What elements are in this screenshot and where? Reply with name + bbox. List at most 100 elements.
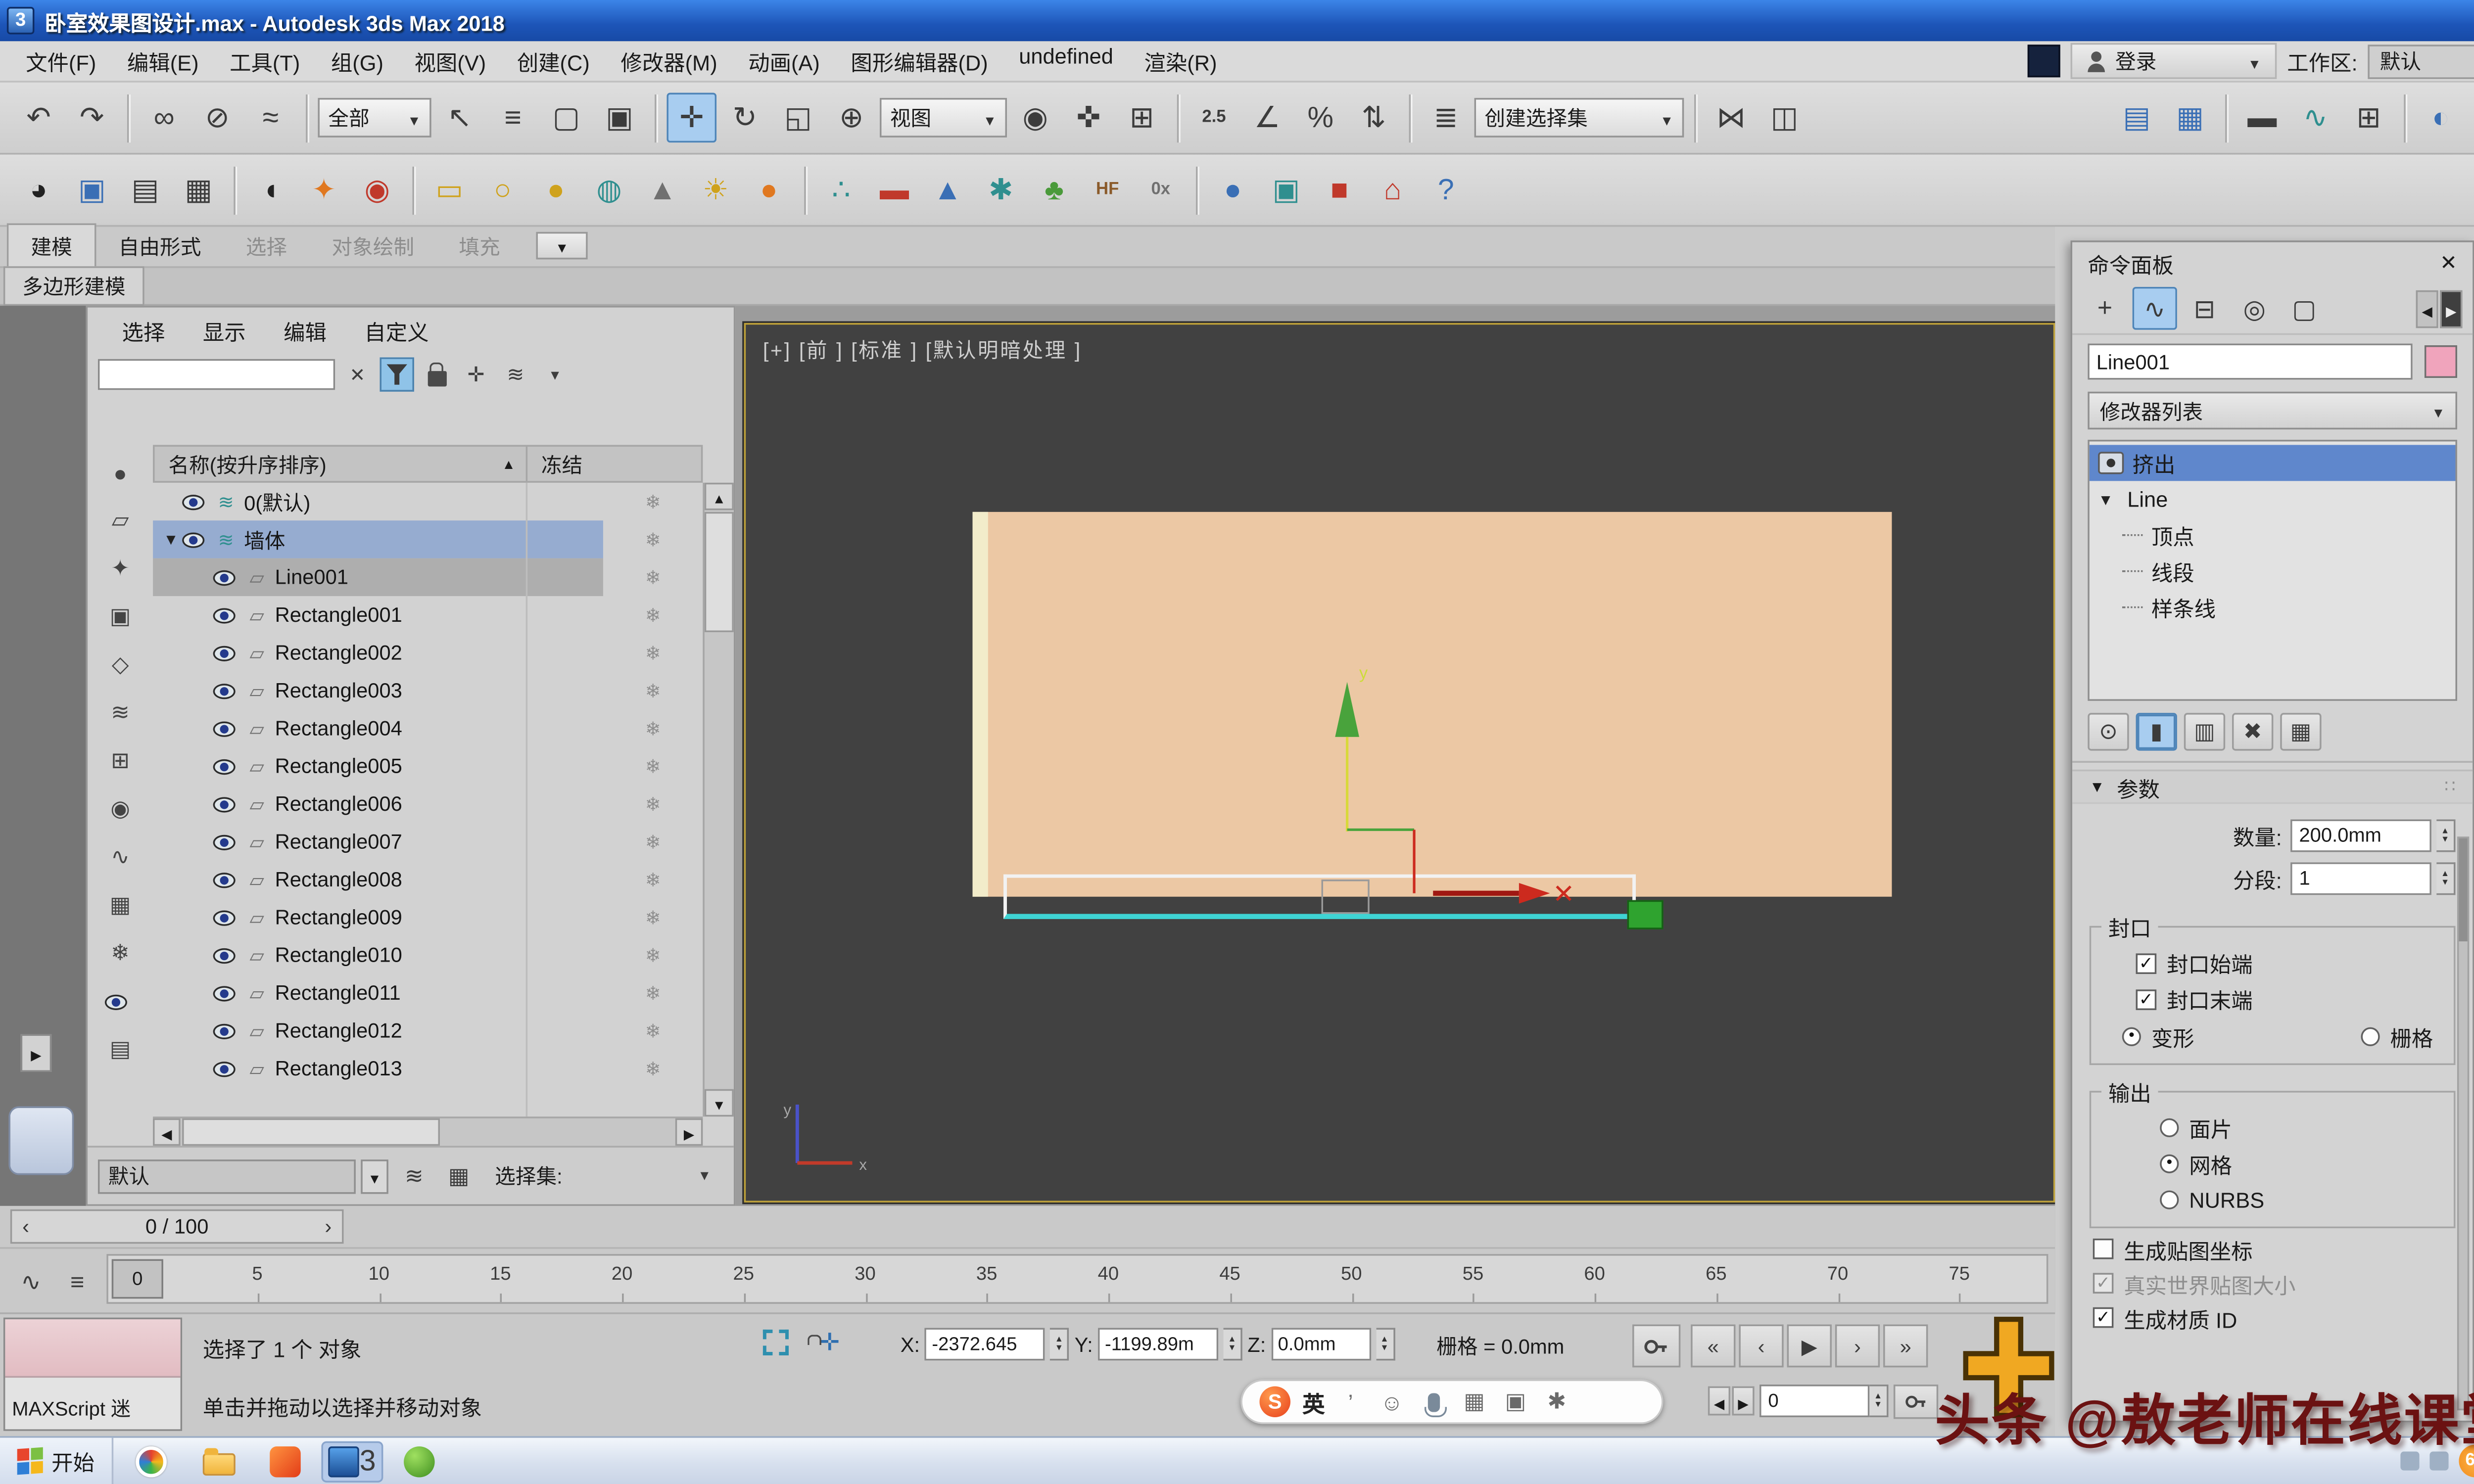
select-by-name-icon[interactable]: ≡: [488, 93, 538, 143]
frozen-toggle[interactable]: ❄: [603, 1020, 703, 1042]
scene-object-row[interactable]: ▱Rectangle008❄: [153, 861, 703, 898]
select-and-link-icon[interactable]: ∞: [139, 93, 189, 143]
material-ball-icon[interactable]: ◕: [14, 165, 64, 215]
morph-radio[interactable]: ●: [2122, 1026, 2141, 1045]
visibility-eye-icon[interactable]: [213, 607, 236, 623]
rectangle-tool-icon[interactable]: ▭: [425, 165, 475, 215]
unlink-selection-icon[interactable]: ⊘: [192, 93, 242, 143]
rtab[interactable]: 选择: [224, 225, 310, 266]
trackbar-options-icon[interactable]: ≡: [57, 1261, 98, 1302]
red-cube-icon[interactable]: ■: [1315, 165, 1365, 215]
frozen-toggle[interactable]: ❄: [603, 604, 703, 626]
select-and-scale-icon[interactable]: ◱: [773, 93, 823, 143]
expand-icon[interactable]: ▼: [2098, 490, 2119, 508]
hair-fur-icon[interactable]: HF: [1083, 165, 1133, 215]
visibility-eye-icon[interactable]: [213, 1023, 236, 1038]
filter-shapes-icon[interactable]: ▱: [99, 500, 141, 541]
sogou-logo-icon[interactable]: S: [1259, 1386, 1290, 1417]
login-button[interactable]: 登录: [2071, 43, 2277, 79]
filter-helpers-icon[interactable]: ◇: [99, 644, 141, 685]
frame-spinner[interactable]: [1869, 1385, 1888, 1417]
macro-recorder-pane[interactable]: [5, 1319, 180, 1378]
ellipse-tool-icon[interactable]: ○: [477, 165, 527, 215]
ribbon-more-button[interactable]: [536, 232, 588, 260]
display-tab-icon[interactable]: ▢: [2282, 287, 2327, 330]
modifier-stack-row[interactable]: 线段: [2090, 553, 2456, 589]
mic-icon[interactable]: [1420, 1386, 1447, 1417]
workspace-dropdown[interactable]: 默认: [2368, 44, 2474, 78]
sunlight-icon[interactable]: ☀: [691, 165, 741, 215]
start-button[interactable]: 开始: [0, 1438, 113, 1484]
layer-list-icon[interactable]: [395, 1157, 433, 1195]
active-layer-field[interactable]: 默认: [98, 1159, 356, 1193]
pick-object-icon[interactable]: [459, 357, 493, 391]
object-name[interactable]: Rectangle010: [270, 943, 402, 968]
object-name[interactable]: Rectangle012: [270, 1019, 402, 1043]
curve-editor-icon[interactable]: ∿: [2290, 93, 2340, 143]
object-name[interactable]: Rectangle013: [270, 1057, 402, 1081]
modifier-stack-row[interactable]: 样条线: [2090, 589, 2456, 625]
frozen-toggle[interactable]: ❄: [603, 982, 703, 1004]
scroll-right-button[interactable]: [675, 1118, 703, 1146]
modifier-list-dropdown[interactable]: 修改器列表: [2088, 392, 2457, 429]
previous-frame-button[interactable]: ‹: [1739, 1324, 1783, 1367]
visibility-eye-icon[interactable]: [182, 532, 204, 547]
scene-object-row[interactable]: ▼≋墙体❄: [153, 520, 703, 558]
visibility-eye-icon[interactable]: [213, 834, 236, 849]
frozen-toggle[interactable]: ❄: [603, 906, 703, 928]
segments-spinner[interactable]: [2436, 862, 2455, 895]
cap-start-checkbox-row[interactable]: ✓ 封口始端: [2098, 945, 2447, 981]
snapshot-icon[interactable]: ▣: [1261, 165, 1311, 215]
visibility-eye-icon[interactable]: [213, 569, 236, 585]
segments-field[interactable]: 1: [2290, 862, 2431, 895]
motion-tab-icon[interactable]: ◎: [2232, 287, 2277, 330]
panel-scrollbar[interactable]: [2457, 836, 2469, 1410]
column-header-frozen[interactable]: 冻结: [527, 449, 582, 478]
keyboard-icon[interactable]: ▦: [1461, 1386, 1488, 1417]
menu-item[interactable]: 修改器(M): [605, 40, 733, 83]
emoji-icon[interactable]: ☺: [1378, 1386, 1406, 1417]
sphere-icon[interactable]: ●: [744, 165, 794, 215]
mesh-radio-row[interactable]: ● 网格: [2098, 1146, 2447, 1182]
make-unique-icon[interactable]: ▥: [2184, 713, 2225, 750]
foliage-icon[interactable]: ♣: [1029, 165, 1079, 215]
select-object-icon[interactable]: ↖: [435, 93, 485, 143]
layer-dropdown-button[interactable]: [361, 1159, 388, 1193]
modifier-stack-row[interactable]: ▼Line: [2090, 481, 2456, 517]
toggle-scene-explorer-icon[interactable]: ▤: [2112, 93, 2162, 143]
visibility-eye-icon[interactable]: [213, 1061, 236, 1076]
edit-named-selections-icon[interactable]: ≣: [1421, 93, 1471, 143]
exp-menu-item[interactable]: 编辑: [266, 308, 343, 351]
checkbox[interactable]: ✓: [2136, 953, 2157, 974]
modify-tab-icon[interactable]: ∿: [2133, 287, 2177, 330]
y-coordinate-field[interactable]: -1199.89m: [1098, 1328, 1218, 1360]
maxscript-mini-listener[interactable]: MAXScript 迷: [3, 1318, 182, 1431]
viewport-layout-button[interactable]: [8, 1106, 74, 1175]
frozen-toggle[interactable]: ❄: [603, 793, 703, 815]
launcher-icon[interactable]: [120, 1440, 182, 1482]
next-frame-arrow[interactable]: [315, 1211, 342, 1242]
object-name[interactable]: 墙体: [239, 525, 285, 554]
show-end-result-icon[interactable]: ▮: [2136, 713, 2177, 750]
toggle-ribbon-icon[interactable]: ▬: [2237, 93, 2287, 143]
frozen-toggle[interactable]: ❄: [603, 642, 703, 664]
capsule-icon[interactable]: ▬: [869, 165, 919, 215]
visibility-eye-icon[interactable]: [213, 758, 236, 774]
z-coordinate-field[interactable]: 0.0mm: [1271, 1328, 1371, 1360]
menu-item[interactable]: 视图(V): [399, 40, 501, 83]
modifier-stack-row[interactable]: 顶点: [2090, 517, 2456, 553]
scrollbar-thumb[interactable]: [182, 1118, 440, 1146]
object-name[interactable]: Rectangle003: [270, 679, 402, 703]
frozen-toggle[interactable]: ❄: [603, 490, 703, 512]
frame-counter[interactable]: 0 / 100: [10, 1209, 344, 1244]
light-icon[interactable]: ✦: [299, 165, 349, 215]
filter-funnel-icon[interactable]: [380, 357, 414, 391]
named-selection-sets-dropdown[interactable]: 创建选择集: [1475, 98, 1684, 138]
scene-object-row[interactable]: ▱Rectangle013❄: [153, 1050, 703, 1087]
transform-gizmo-toggle-icon[interactable]: [819, 1328, 840, 1357]
undo-icon[interactable]: ↶: [14, 93, 64, 143]
scene-object-row[interactable]: ▱Rectangle009❄: [153, 898, 703, 936]
scene-object-row[interactable]: ▱Rectangle002❄: [153, 634, 703, 671]
object-name[interactable]: Rectangle004: [270, 716, 402, 741]
schematic-view-icon[interactable]: ⊞: [2344, 93, 2394, 143]
